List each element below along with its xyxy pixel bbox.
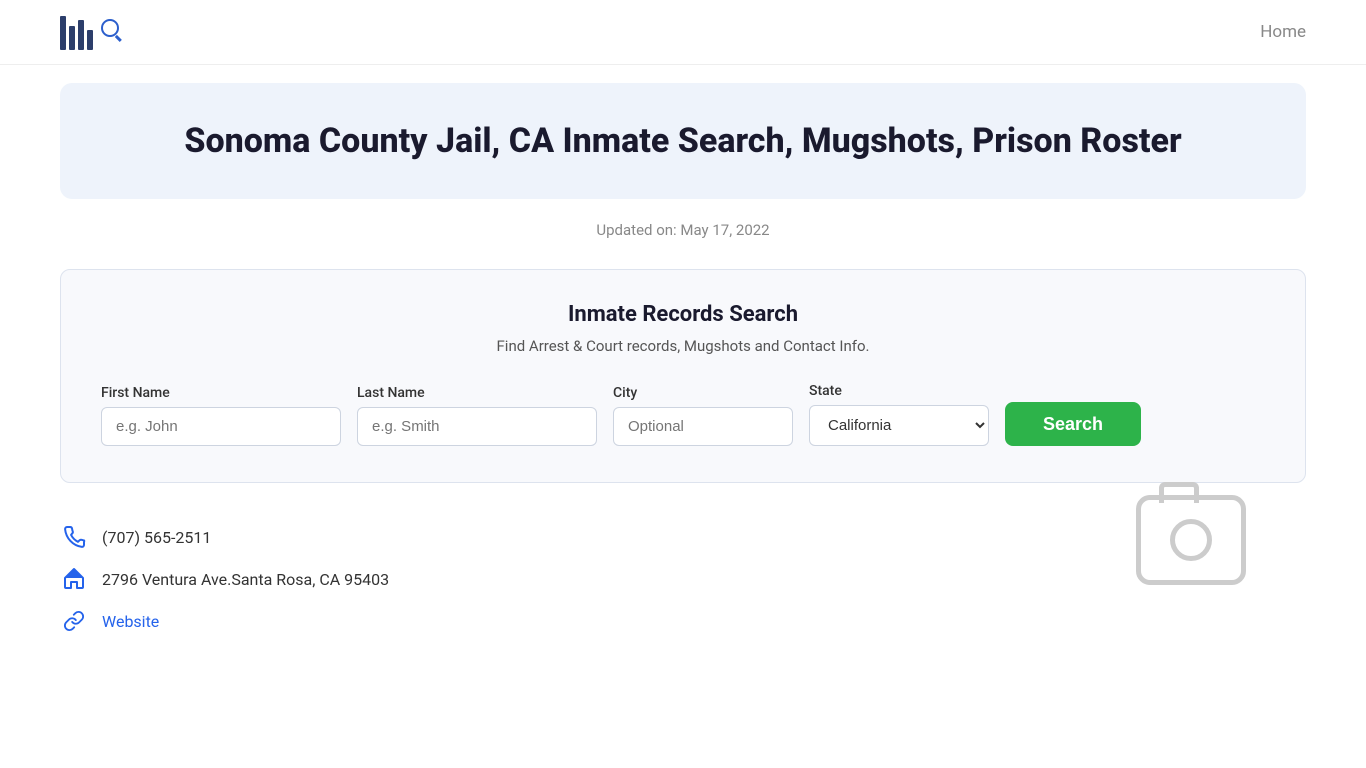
link-icon xyxy=(60,607,88,635)
camera-icon xyxy=(1136,495,1246,585)
search-card: Inmate Records Search Find Arrest & Cour… xyxy=(60,269,1306,483)
search-button[interactable]: Search xyxy=(1005,402,1141,446)
state-select[interactable]: AlabamaAlaskaArizonaArkansasCaliforniaCo… xyxy=(809,405,989,446)
hero-banner: Sonoma County Jail, CA Inmate Search, Mu… xyxy=(60,83,1306,199)
phone-icon xyxy=(60,523,88,551)
camera-lens xyxy=(1170,519,1212,561)
main-nav: Home xyxy=(1260,22,1306,42)
header: Home xyxy=(0,0,1366,65)
address-text: 2796 Ventura Ave.Santa Rosa, CA 95403 xyxy=(102,570,389,589)
search-form: First Name Last Name City State AlabamaA… xyxy=(101,383,1265,446)
state-label: State xyxy=(809,383,989,399)
last-name-group: Last Name xyxy=(357,385,597,446)
city-input[interactable] xyxy=(613,407,793,446)
city-label: City xyxy=(613,385,793,401)
search-card-title: Inmate Records Search xyxy=(101,302,1265,327)
logo[interactable] xyxy=(60,14,117,50)
camera-placeholder xyxy=(1136,495,1246,585)
phone-text: (707) 565-2511 xyxy=(102,528,211,547)
last-name-label: Last Name xyxy=(357,385,597,401)
search-card-subtitle: Find Arrest & Court records, Mugshots an… xyxy=(101,337,1265,355)
website-link[interactable]: Website xyxy=(102,612,159,631)
state-group: State AlabamaAlaskaArizonaArkansasCalifo… xyxy=(809,383,989,446)
hero-title: Sonoma County Jail, CA Inmate Search, Mu… xyxy=(100,119,1266,163)
last-name-input[interactable] xyxy=(357,407,597,446)
nav-home-link[interactable]: Home xyxy=(1260,22,1306,42)
city-group: City xyxy=(613,385,793,446)
first-name-group: First Name xyxy=(101,385,341,446)
location-icon xyxy=(60,565,88,593)
address-row: 2796 Ventura Ave.Santa Rosa, CA 95403 xyxy=(60,565,1306,593)
logo-search-icon xyxy=(101,19,119,37)
first-name-label: First Name xyxy=(101,385,341,401)
phone-row: (707) 565-2511 xyxy=(60,523,1306,551)
logo-bars-icon xyxy=(60,14,93,50)
website-row: Website xyxy=(60,607,1306,635)
updated-text: Updated on: May 17, 2022 xyxy=(0,221,1366,239)
first-name-input[interactable] xyxy=(101,407,341,446)
